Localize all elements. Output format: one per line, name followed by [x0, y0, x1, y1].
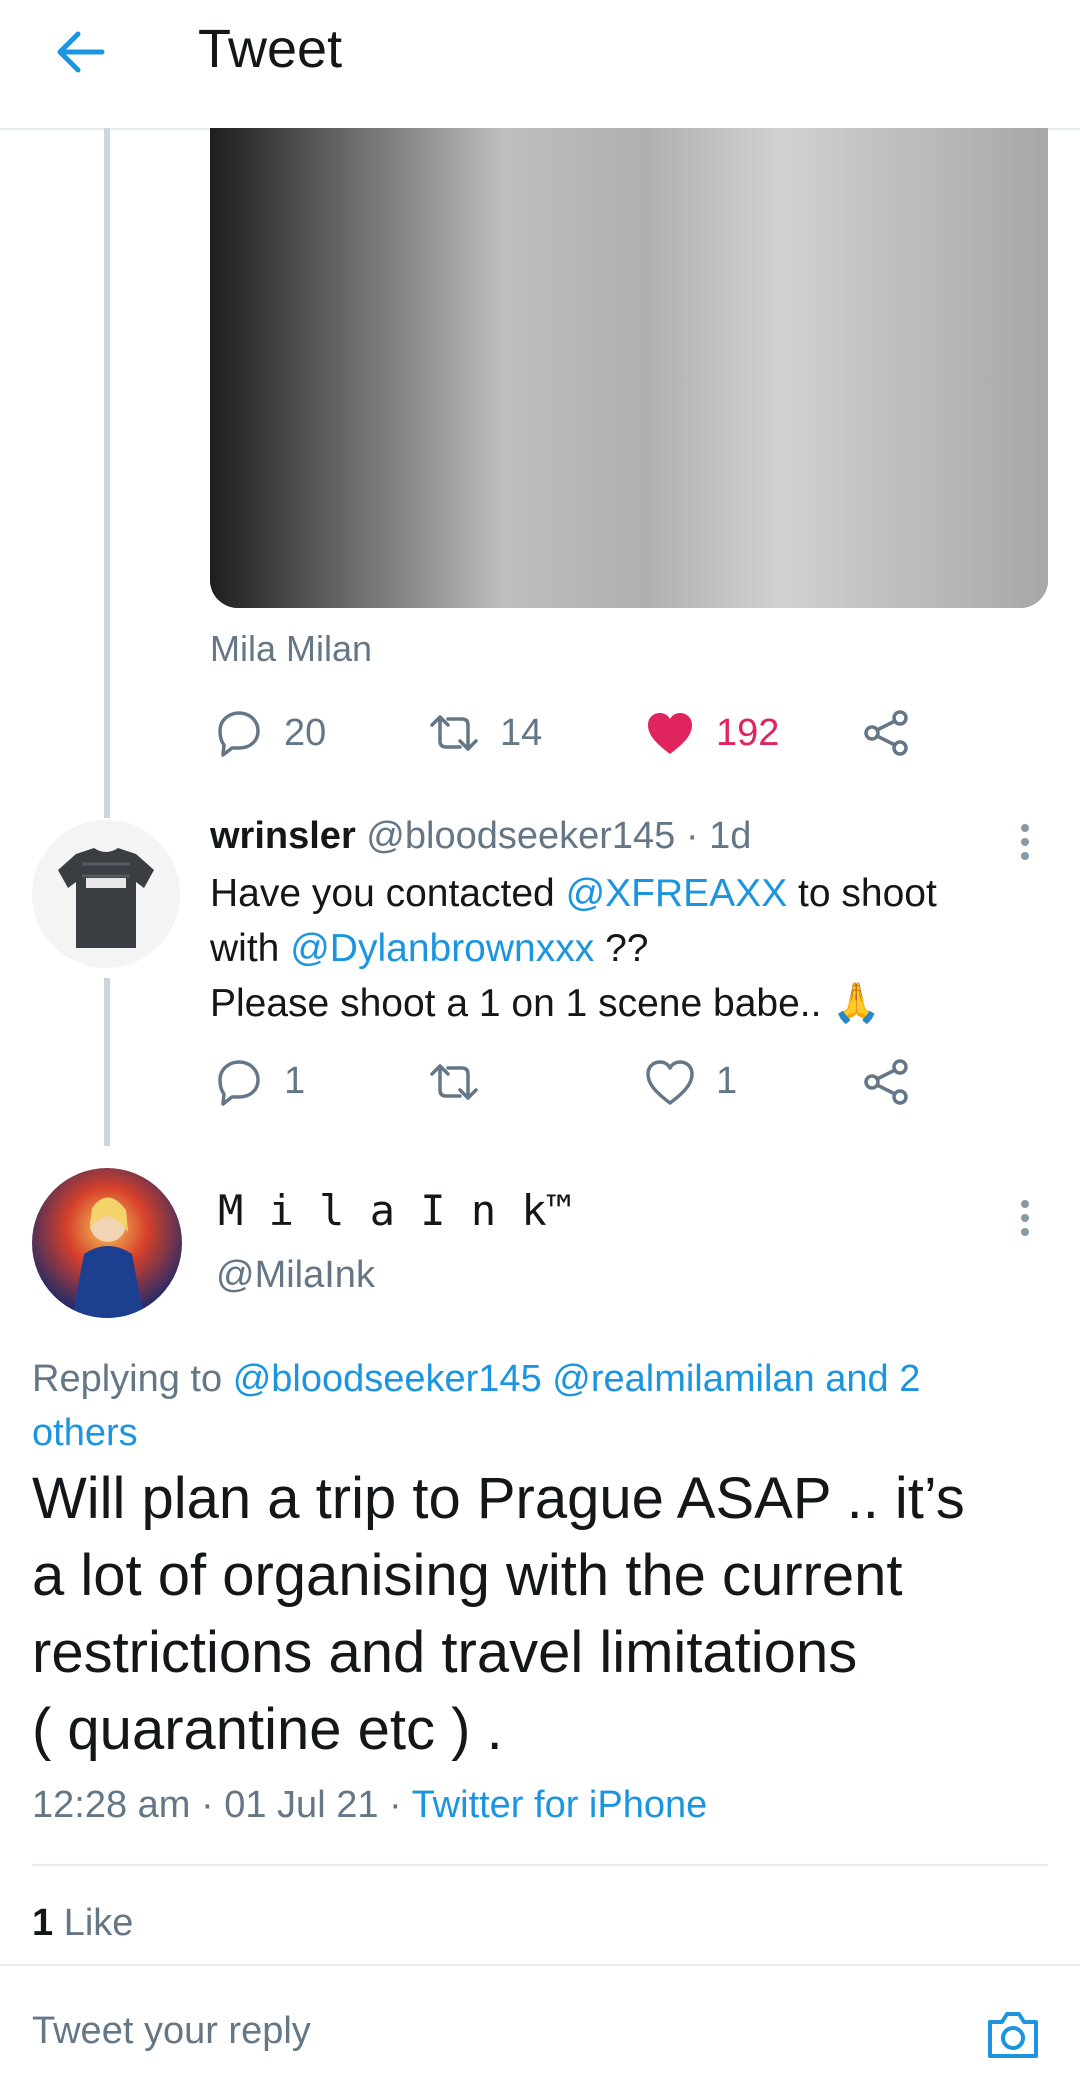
separator: ·: [389, 1784, 402, 1826]
likes-summary[interactable]: 1 Like: [32, 1902, 133, 1945]
reply-count: 1: [284, 1060, 306, 1102]
heart-outline-icon[interactable]: [642, 1054, 698, 1110]
back-arrow-icon[interactable]: [50, 24, 114, 80]
tweet-time: 12:28 am: [32, 1784, 191, 1826]
tweet-source-link[interactable]: Twitter for iPhone: [412, 1784, 708, 1826]
reply-header: wrinsler @bloodseeker145 · 1d: [210, 815, 751, 858]
main-tweet-text: Will plan a trip to Prague ASAP .. it’s …: [32, 1460, 1062, 1768]
likes-count: 1: [32, 1902, 54, 1944]
display-name[interactable]: wrinsler: [210, 815, 356, 857]
text-line: a lot of organising with the current: [32, 1543, 903, 1608]
reply-line: Please shoot a 1 on 1 scene babe.. 🙏: [210, 976, 1050, 1031]
reply-composer-input[interactable]: Tweet your reply: [32, 2010, 311, 2053]
more-options-icon[interactable]: [1010, 1194, 1040, 1242]
like-count: 1: [716, 1060, 738, 1102]
text-line: restrictions and travel limitations: [32, 1620, 858, 1685]
text: to shoot: [787, 872, 937, 915]
avatar[interactable]: [32, 1168, 182, 1318]
text: with: [210, 927, 291, 970]
tweet-meta: 12:28 am · 01 Jul 21 · Twitter for iPhon…: [32, 1784, 707, 1827]
text: Please shoot a 1 on 1 scene babe..: [210, 982, 822, 1025]
timestamp: 1d: [709, 815, 752, 857]
text: ??: [594, 927, 649, 970]
mention-link[interactable]: @XFREAXX: [566, 872, 788, 915]
replying-to: Replying to @bloodseeker145 @realmilamil…: [32, 1352, 1052, 1460]
reply-icon[interactable]: [210, 1054, 266, 1110]
reply-text: Have you contacted @XFREAXX to shoot wit…: [210, 866, 1050, 1031]
heart-filled-icon[interactable]: [642, 705, 698, 761]
replying-line: Replying to @bloodseeker145 @realmilamil…: [32, 1352, 1052, 1406]
separator: ·: [201, 1784, 214, 1826]
like-count: 192: [716, 712, 780, 754]
retweet-icon[interactable]: [426, 705, 482, 761]
camera-icon[interactable]: [982, 2004, 1044, 2066]
text: Have you contacted: [210, 872, 566, 915]
tweet-date: 01 Jul 21: [224, 1784, 379, 1826]
top-app-bar: Tweet: [0, 0, 1080, 130]
retweet-icon[interactable]: [426, 1054, 482, 1110]
divider: [0, 1964, 1080, 1966]
media-placeholder: [210, 128, 1048, 608]
mention-link[interactable]: @Dylanbrownxxx: [290, 927, 594, 970]
text-line: Will plan a trip to Prague ASAP .. it’s: [32, 1466, 965, 1531]
thread-line: [104, 978, 110, 1146]
more-options-icon[interactable]: [1010, 818, 1040, 866]
media-caption: Mila Milan: [210, 628, 373, 669]
replying-label: Replying to: [32, 1358, 223, 1400]
reply-line: with @Dylanbrownxxx ??: [210, 921, 1050, 976]
thread-line: [104, 128, 110, 818]
pray-emoji: 🙏: [832, 982, 881, 1025]
reply-icon[interactable]: [210, 705, 266, 761]
handle[interactable]: @bloodseeker145: [366, 815, 675, 857]
page-title: Tweet: [198, 19, 343, 79]
display-name[interactable]: M i l a I n k™: [218, 1186, 572, 1235]
separator: ·: [685, 815, 699, 857]
reply-line: Have you contacted @XFREAXX to shoot: [210, 866, 1050, 921]
divider: [32, 1864, 1048, 1866]
reply-count: 20: [284, 712, 327, 754]
tweet-media-image[interactable]: [210, 128, 1048, 608]
likes-label: Like: [63, 1902, 134, 1944]
replying-mentions-link[interactable]: @bloodseeker145 @realmilamilan and 2: [233, 1358, 921, 1400]
handle[interactable]: @MilaInk: [216, 1254, 375, 1297]
retweet-count: 14: [500, 712, 543, 754]
text-line: ( quarantine etc ) .: [32, 1697, 503, 1762]
share-icon[interactable]: [858, 1054, 914, 1110]
avatar[interactable]: [32, 820, 180, 968]
share-icon[interactable]: [858, 705, 914, 761]
replying-others-link[interactable]: others: [32, 1406, 1052, 1460]
